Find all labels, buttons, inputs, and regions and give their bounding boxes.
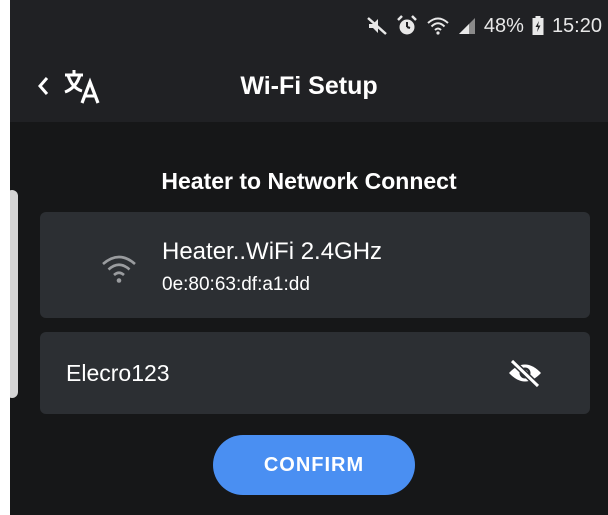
network-mac: 0e:80:63:df:a1:dd — [162, 274, 310, 295]
app-bar: Wi-Fi Setup — [10, 52, 608, 122]
section-title: Heater to Network Connect — [161, 168, 457, 194]
password-field[interactable]: Elecro123 — [40, 332, 590, 414]
network-ssid: Heater..WiFi 2.4GHz — [162, 238, 383, 265]
eye-off-icon[interactable] — [506, 356, 544, 390]
battery-level: 48% — [483, 14, 524, 37]
phone-screen: 48% 15:20 Wi-Fi Setup Heater to Network … — [10, 0, 608, 515]
wifi-status-icon — [426, 16, 450, 36]
clock: 15:20 — [551, 14, 602, 37]
page-title: Wi-Fi Setup — [240, 72, 378, 100]
alarm-icon — [396, 15, 418, 37]
status-bar: 48% 15:20 — [10, 0, 608, 52]
password-value[interactable]: Elecro123 — [66, 360, 170, 387]
battery-icon — [532, 16, 544, 36]
mute-icon — [366, 16, 388, 36]
signal-icon — [458, 17, 476, 35]
side-panel-handle[interactable] — [10, 190, 18, 398]
network-card[interactable]: Heater..WiFi 2.4GHz 0e:80:63:df:a1:dd — [40, 212, 590, 318]
confirm-button[interactable]: CONFIRM — [213, 435, 415, 495]
wifi-icon — [100, 252, 138, 286]
